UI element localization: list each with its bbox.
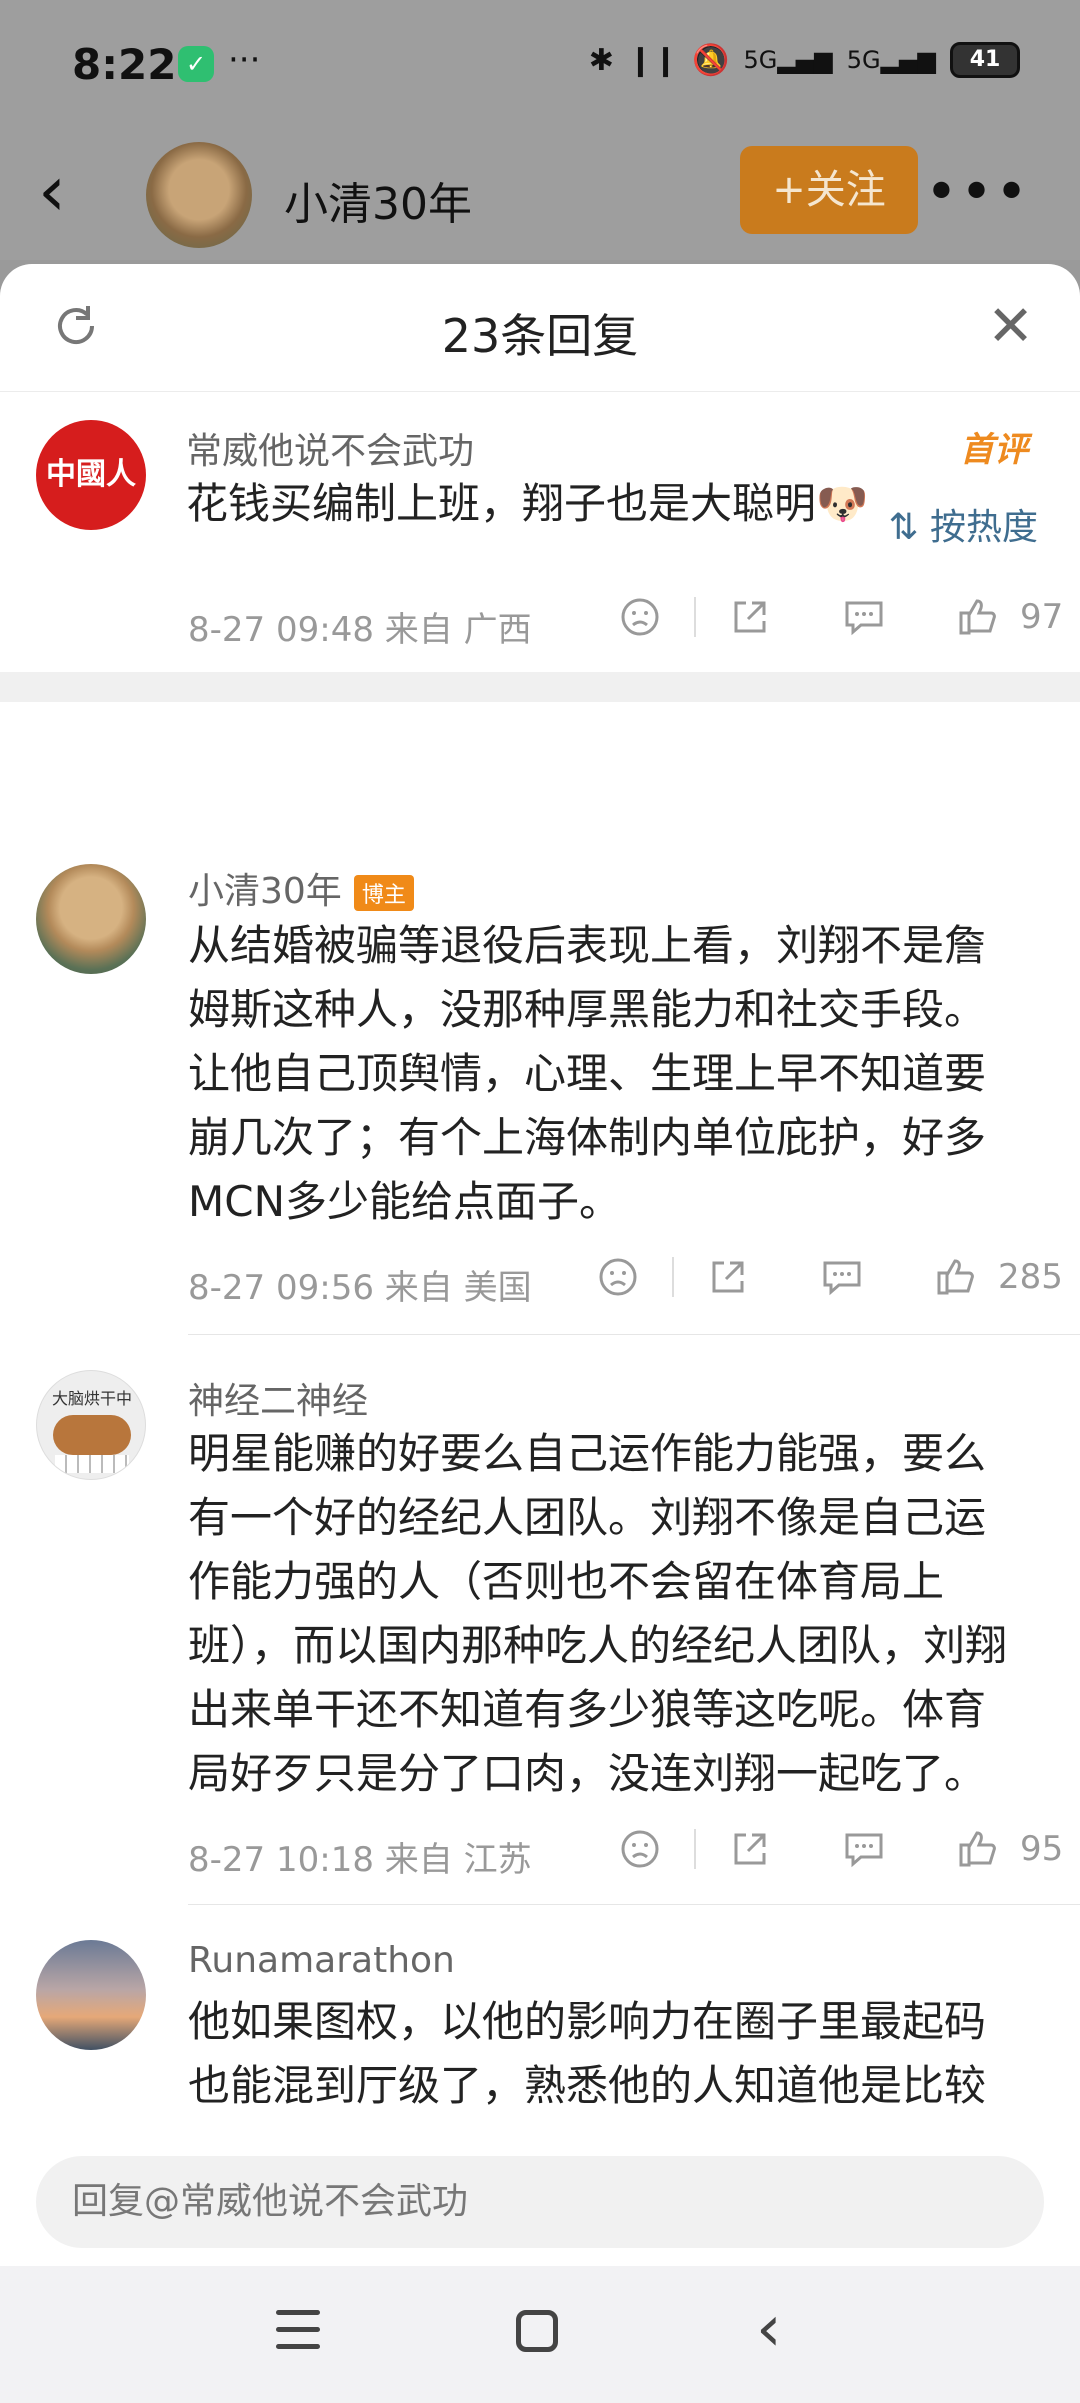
- comment-username[interactable]: Runamarathon: [188, 1940, 455, 1981]
- comment-meta: 8-27 10:18 来自 江苏: [188, 1840, 532, 1880]
- comment-line: 局好歹只是分了口肉，没连刘翔一起吃了。: [188, 1749, 987, 1798]
- comment-line: 崩几次了；有个上海体制内单位庇护，好多: [188, 1113, 987, 1162]
- sheet-header: 23条回复 ✕: [0, 264, 1080, 392]
- signal-5g-icon: 5G▂▄▆: [743, 46, 833, 74]
- reply-bar: 回复@常威他说不会武功: [0, 2120, 1080, 2266]
- reply-input[interactable]: 回复@常威他说不会武功: [36, 2156, 1044, 2248]
- comment-text: 从结婚被骗等退役后表现上看，刘翔不是詹 姆斯这种人，没那种厚黑能力和社交手段。 …: [188, 914, 986, 1234]
- comment-actions: 285: [590, 1252, 1063, 1302]
- profile-name[interactable]: 小清30年: [284, 168, 472, 232]
- avatar-caption: 大脑烘干中: [51, 1389, 132, 1408]
- avatar[interactable]: 大脑烘干中: [36, 1370, 146, 1480]
- security-shield-icon: ✓: [178, 46, 214, 82]
- status-bar: 8:22 ✓ ··· ✱ ❙❙ 🔕 5G▂▄▆ 5G▂▄▆ 41: [0, 0, 1080, 130]
- sort-label: 按热度: [929, 507, 1038, 548]
- divider: [672, 1257, 674, 1297]
- follow-button[interactable]: +关注: [740, 146, 918, 234]
- sort-icon: ⇅: [888, 507, 919, 548]
- system-nav-bar: ‹: [0, 2266, 1080, 2403]
- divider: [694, 1829, 696, 1869]
- home-icon[interactable]: [516, 2310, 558, 2352]
- comment-meta: 8-27 09:56 来自 美国: [188, 1268, 532, 1308]
- comment-line: 作能力强的人（否则也不会留在体育局上: [188, 1557, 945, 1606]
- list-item: Runamarathon 他如果图权，以他的影响力在圈子里最起码 也能混到厅级了…: [0, 1940, 1080, 2120]
- comment-text: 他如果图权，以他的影响力在圈子里最起码 也能混到厅级了，熟悉他的人知道他是比较: [188, 1990, 986, 2118]
- comment-line: 让他自己顶舆情，心理、生理上早不知道要: [188, 1049, 987, 1098]
- status-more-icon: ···: [228, 40, 261, 80]
- comment-line: 也能混到厅级了，熟悉他的人知道他是比较: [188, 2061, 987, 2110]
- close-icon[interactable]: ✕: [987, 294, 1034, 359]
- dislike-icon[interactable]: [612, 1824, 668, 1874]
- back-icon[interactable]: ‹: [38, 150, 66, 232]
- comment-actions: 95: [612, 1824, 1063, 1874]
- share-icon[interactable]: [722, 592, 778, 642]
- share-icon[interactable]: [700, 1252, 756, 1302]
- earbuds-icon: ❙❙: [627, 42, 679, 78]
- first-comment-badge: 首评: [960, 430, 1028, 470]
- comment-line: 从结婚被骗等退役后表现上看，刘翔不是詹: [188, 921, 987, 970]
- signal-5g-icon-2: 5G▂▄▆: [846, 46, 936, 74]
- like-icon[interactable]: [950, 592, 1006, 642]
- more-icon[interactable]: •••: [925, 160, 1030, 225]
- battery-icon: 41: [950, 42, 1020, 78]
- list-item: 小清30年 博主 从结婚被骗等退役后表现上看，刘翔不是詹 姆斯这种人，没那种厚黑能…: [0, 860, 1080, 1330]
- avatar[interactable]: [146, 142, 252, 248]
- divider: [188, 1334, 1080, 1335]
- divider: [188, 1904, 1080, 1905]
- mute-bell-icon: 🔕: [692, 42, 730, 78]
- profile-header: ‹ 小清30年 +关注 •••: [0, 130, 1080, 260]
- like-count: 97: [1020, 597, 1064, 637]
- like-count: 95: [1020, 1829, 1064, 1869]
- comment-meta: 8-27 09:48 来自 广西: [188, 610, 532, 650]
- comment-text: 明星能赚的好要么自己运作能力能强，要么 有一个好的经纪人团队。刘翔不像是自己运 …: [188, 1422, 1007, 1806]
- comment-text: 花钱买编制上班，翔子也是大聪明🐶: [186, 479, 869, 528]
- dislike-icon[interactable]: [612, 592, 668, 642]
- list-item: 大脑烘干中 神经二神经 明星能赚的好要么自己运作能力能强，要么 有一个好的经纪人…: [0, 1370, 1080, 1890]
- sheet-title: 23条回复: [441, 309, 639, 363]
- comment-icon[interactable]: [836, 1824, 892, 1874]
- comment-username[interactable]: 神经二神经: [188, 1372, 368, 1424]
- comment-line: 出来单干还不知道有多少狼等这吃呢。体育: [188, 1685, 987, 1734]
- system-icons: ✱ ❙❙ 🔕 5G▂▄▆ 5G▂▄▆ 41: [589, 42, 1020, 78]
- like-icon[interactable]: [950, 1824, 1006, 1874]
- sort-by-hot-button[interactable]: ⇅ 按热度: [888, 498, 1038, 550]
- comment-line: 明星能赚的好要么自己运作能力能强，要么: [188, 1429, 987, 1478]
- comment-line: MCN多少能给点面子。: [188, 1177, 621, 1226]
- comment-line: 他如果图权，以他的影响力在圈子里最起码: [188, 1997, 987, 2046]
- comment-line: 有一个好的经纪人团队。刘翔不像是自己运: [188, 1493, 987, 1542]
- reply-header: 小清30年 博主: [188, 862, 414, 914]
- fence-image: [55, 1455, 129, 1473]
- bluetooth-icon: ✱: [588, 42, 614, 78]
- status-time: 8:22: [72, 40, 177, 89]
- comment-actions: 97: [612, 592, 1063, 642]
- avatar[interactable]: [36, 1940, 146, 2050]
- like-icon[interactable]: [928, 1252, 984, 1302]
- comment-line: 姆斯这种人，没那种厚黑能力和社交手段。: [188, 985, 987, 1034]
- comment-username[interactable]: 常威他说不会武功: [186, 422, 474, 474]
- comment-username[interactable]: 小清30年: [188, 871, 342, 912]
- share-icon[interactable]: [722, 1824, 778, 1874]
- section-divider: [0, 672, 1080, 702]
- comment-icon[interactable]: [836, 592, 892, 642]
- back-nav-icon[interactable]: ‹: [756, 2292, 782, 2366]
- dislike-icon[interactable]: [590, 1252, 646, 1302]
- avatar[interactable]: 中國人: [36, 420, 146, 530]
- comment-icon[interactable]: [814, 1252, 870, 1302]
- menu-icon[interactable]: [276, 2310, 320, 2361]
- host-badge: 博主: [353, 875, 414, 911]
- cat-image: [53, 1415, 131, 1455]
- comment-line: 班），而以国内那种吃人的经纪人团队，刘翔: [188, 1621, 1008, 1670]
- like-count: 285: [998, 1257, 1063, 1297]
- divider: [694, 597, 696, 637]
- avatar[interactable]: [36, 864, 146, 974]
